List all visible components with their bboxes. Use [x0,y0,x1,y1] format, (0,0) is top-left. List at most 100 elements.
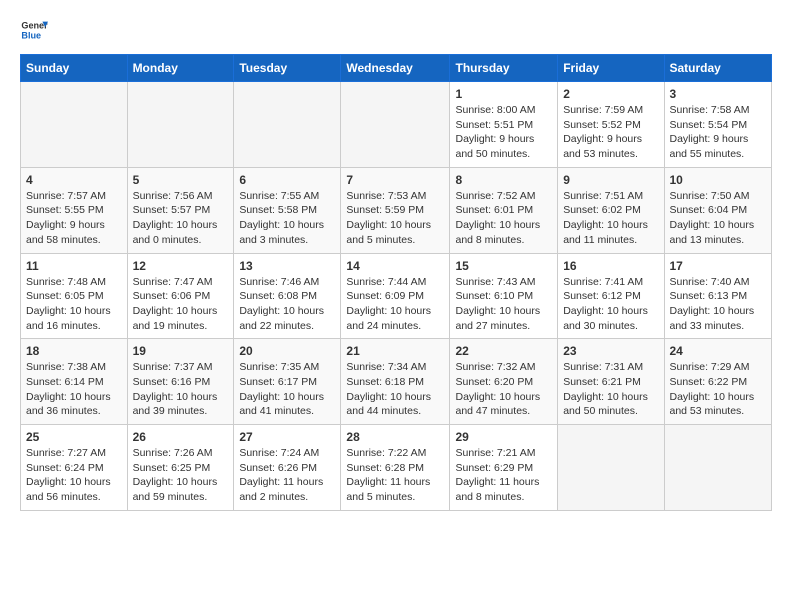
day-info: Sunrise: 7:48 AM Sunset: 6:05 PM Dayligh… [26,275,122,334]
calendar-body: 1 Sunrise: 8:00 AM Sunset: 5:51 PM Daylig… [21,82,772,511]
day-info: Sunrise: 7:59 AM Sunset: 5:52 PM Dayligh… [563,103,658,162]
calendar-header-row: SundayMondayTuesdayWednesdayThursdayFrid… [21,55,772,82]
calendar-cell: 20 Sunrise: 7:35 AM Sunset: 6:17 PM Dayli… [234,339,341,425]
calendar-cell: 24 Sunrise: 7:29 AM Sunset: 6:22 PM Dayli… [664,339,772,425]
day-info: Sunrise: 7:27 AM Sunset: 6:24 PM Dayligh… [26,446,122,505]
week-row-2: 4Sunrise: 7:57 AM Sunset: 5:55 PM Daylig… [21,167,772,253]
page-header: General Blue [20,16,772,44]
calendar-cell: 19 Sunrise: 7:37 AM Sunset: 6:16 PM Dayli… [127,339,234,425]
day-number: 5 [133,173,229,187]
day-number: 16 [563,259,658,273]
calendar-cell: 1 Sunrise: 8:00 AM Sunset: 5:51 PM Daylig… [450,82,558,168]
day-number: 11 [26,259,122,273]
day-info: Sunrise: 7:24 AM Sunset: 6:26 PM Dayligh… [239,446,335,505]
day-header-sunday: Sunday [21,55,128,82]
calendar-cell [664,425,772,511]
calendar-cell: 21 Sunrise: 7:34 AM Sunset: 6:18 PM Dayli… [341,339,450,425]
calendar-cell: 12 Sunrise: 7:47 AM Sunset: 6:06 PM Dayli… [127,253,234,339]
calendar-cell: 8 Sunrise: 7:52 AM Sunset: 6:01 PM Daylig… [450,167,558,253]
day-number: 18 [26,344,122,358]
day-info: Sunrise: 7:46 AM Sunset: 6:08 PM Dayligh… [239,275,335,334]
day-number: 27 [239,430,335,444]
calendar-cell [558,425,664,511]
calendar-cell: 22 Sunrise: 7:32 AM Sunset: 6:20 PM Dayli… [450,339,558,425]
day-info: Sunrise: 7:50 AM Sunset: 6:04 PM Dayligh… [670,189,767,248]
day-number: 10 [670,173,767,187]
logo: General Blue [20,16,48,44]
day-info: Sunrise: 7:29 AM Sunset: 6:22 PM Dayligh… [670,360,767,419]
calendar-table: SundayMondayTuesdayWednesdayThursdayFrid… [20,54,772,511]
calendar-cell: 9Sunrise: 7:51 AM Sunset: 6:02 PM Daylig… [558,167,664,253]
day-info: Sunrise: 7:47 AM Sunset: 6:06 PM Dayligh… [133,275,229,334]
day-number: 23 [563,344,658,358]
day-number: 20 [239,344,335,358]
logo-icon: General Blue [20,16,48,44]
day-info: Sunrise: 7:52 AM Sunset: 6:01 PM Dayligh… [455,189,552,248]
day-header-friday: Friday [558,55,664,82]
day-info: Sunrise: 7:55 AM Sunset: 5:58 PM Dayligh… [239,189,335,248]
calendar-cell [234,82,341,168]
calendar-cell: 5 Sunrise: 7:56 AM Sunset: 5:57 PM Daylig… [127,167,234,253]
day-info: Sunrise: 7:41 AM Sunset: 6:12 PM Dayligh… [563,275,658,334]
day-number: 4 [26,173,122,187]
day-number: 17 [670,259,767,273]
day-number: 9 [563,173,658,187]
day-number: 2 [563,87,658,101]
day-number: 19 [133,344,229,358]
day-info: Sunrise: 7:44 AM Sunset: 6:09 PM Dayligh… [346,275,444,334]
day-header-thursday: Thursday [450,55,558,82]
day-number: 6 [239,173,335,187]
day-number: 8 [455,173,552,187]
day-info: Sunrise: 7:38 AM Sunset: 6:14 PM Dayligh… [26,360,122,419]
day-info: Sunrise: 7:35 AM Sunset: 6:17 PM Dayligh… [239,360,335,419]
day-number: 13 [239,259,335,273]
day-info: Sunrise: 7:37 AM Sunset: 6:16 PM Dayligh… [133,360,229,419]
calendar-cell: 11 Sunrise: 7:48 AM Sunset: 6:05 PM Dayli… [21,253,128,339]
day-info: Sunrise: 7:43 AM Sunset: 6:10 PM Dayligh… [455,275,552,334]
day-info: Sunrise: 7:56 AM Sunset: 5:57 PM Dayligh… [133,189,229,248]
day-number: 7 [346,173,444,187]
day-number: 12 [133,259,229,273]
calendar-cell: 29 Sunrise: 7:21 AM Sunset: 6:29 PM Dayli… [450,425,558,511]
week-row-4: 18 Sunrise: 7:38 AM Sunset: 6:14 PM Dayli… [21,339,772,425]
day-info: Sunrise: 7:40 AM Sunset: 6:13 PM Dayligh… [670,275,767,334]
day-number: 21 [346,344,444,358]
day-info: Sunrise: 7:58 AM Sunset: 5:54 PM Dayligh… [670,103,767,162]
day-info: Sunrise: 7:31 AM Sunset: 6:21 PM Dayligh… [563,360,658,419]
calendar-cell [127,82,234,168]
day-number: 14 [346,259,444,273]
calendar-cell: 13 Sunrise: 7:46 AM Sunset: 6:08 PM Dayli… [234,253,341,339]
day-info: Sunrise: 7:34 AM Sunset: 6:18 PM Dayligh… [346,360,444,419]
day-info: Sunrise: 8:00 AM Sunset: 5:51 PM Dayligh… [455,103,552,162]
calendar-cell [341,82,450,168]
day-number: 29 [455,430,552,444]
calendar-cell: 10 Sunrise: 7:50 AM Sunset: 6:04 PM Dayli… [664,167,772,253]
calendar-cell: 2 Sunrise: 7:59 AM Sunset: 5:52 PM Daylig… [558,82,664,168]
day-info: Sunrise: 7:21 AM Sunset: 6:29 PM Dayligh… [455,446,552,505]
day-number: 28 [346,430,444,444]
calendar-cell: 6 Sunrise: 7:55 AM Sunset: 5:58 PM Daylig… [234,167,341,253]
day-number: 22 [455,344,552,358]
calendar-cell [21,82,128,168]
calendar-cell: 16 Sunrise: 7:41 AM Sunset: 6:12 PM Dayli… [558,253,664,339]
day-header-tuesday: Tuesday [234,55,341,82]
calendar-cell: 28 Sunrise: 7:22 AM Sunset: 6:28 PM Dayli… [341,425,450,511]
calendar-cell: 3Sunrise: 7:58 AM Sunset: 5:54 PM Daylig… [664,82,772,168]
day-header-saturday: Saturday [664,55,772,82]
calendar-cell: 18 Sunrise: 7:38 AM Sunset: 6:14 PM Dayli… [21,339,128,425]
calendar-cell: 17 Sunrise: 7:40 AM Sunset: 6:13 PM Dayli… [664,253,772,339]
day-info: Sunrise: 7:32 AM Sunset: 6:20 PM Dayligh… [455,360,552,419]
calendar-cell: 25 Sunrise: 7:27 AM Sunset: 6:24 PM Dayli… [21,425,128,511]
day-number: 1 [455,87,552,101]
calendar-cell: 27 Sunrise: 7:24 AM Sunset: 6:26 PM Dayli… [234,425,341,511]
week-row-1: 1 Sunrise: 8:00 AM Sunset: 5:51 PM Daylig… [21,82,772,168]
day-number: 25 [26,430,122,444]
calendar-cell: 7Sunrise: 7:53 AM Sunset: 5:59 PM Daylig… [341,167,450,253]
day-info: Sunrise: 7:22 AM Sunset: 6:28 PM Dayligh… [346,446,444,505]
calendar-cell: 14 Sunrise: 7:44 AM Sunset: 6:09 PM Dayli… [341,253,450,339]
day-number: 24 [670,344,767,358]
day-number: 26 [133,430,229,444]
calendar-cell: 23 Sunrise: 7:31 AM Sunset: 6:21 PM Dayli… [558,339,664,425]
day-header-monday: Monday [127,55,234,82]
calendar-cell: 26Sunrise: 7:26 AM Sunset: 6:25 PM Dayli… [127,425,234,511]
